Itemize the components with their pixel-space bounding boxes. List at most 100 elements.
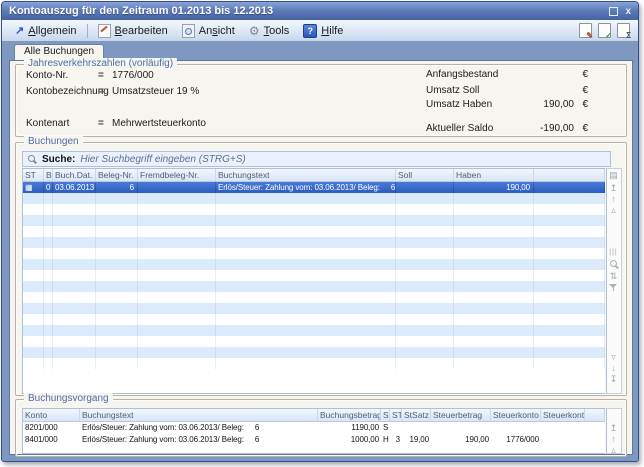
cell: 1190,00	[318, 422, 381, 434]
cell	[534, 237, 605, 248]
columns-icon[interactable]: |||	[607, 248, 620, 258]
group-label: Buchungen	[24, 136, 83, 147]
summary-row: Konto-Nr.=1776/000	[26, 70, 406, 81]
cell	[534, 259, 605, 270]
cell	[53, 259, 96, 270]
cell	[454, 325, 534, 336]
booking-text: Erlös/Steuer: Zahlung vom: 03.06.2013/ B…	[82, 435, 244, 444]
summary-row: Umsatz Soll€	[426, 85, 626, 96]
cell	[138, 336, 216, 347]
cell	[396, 336, 454, 347]
cell	[396, 259, 454, 270]
cell	[138, 270, 216, 281]
filter-icon[interactable]	[607, 283, 620, 291]
content-panel: Jahresverkehrszahlen (vorläufig) Konto-N…	[9, 60, 633, 455]
cell	[396, 292, 454, 303]
cell	[454, 336, 534, 347]
cell	[53, 204, 96, 215]
up-icon[interactable]: ↑	[607, 194, 620, 204]
notes-icon[interactable]: ✎	[579, 23, 592, 38]
table-row[interactable]: 8201/000Erlös/Steuer: Zahlung vom: 03.06…	[23, 422, 605, 434]
transaction-table-rows: 8201/000Erlös/Steuer: Zahlung vom: 03.06…	[23, 422, 605, 446]
menu-item-bearbeiten[interactable]: Bearbeiten	[91, 20, 175, 41]
scroll-top-icon[interactable]: ↥	[607, 183, 620, 193]
cell	[216, 292, 396, 303]
cell	[53, 226, 96, 237]
sort-icon[interactable]: ⇅	[607, 271, 620, 281]
cell: 1776/000	[491, 434, 541, 446]
scroll-top-icon[interactable]: ↥	[607, 423, 620, 433]
cell	[216, 226, 396, 237]
prev-icon[interactable]: ▵	[607, 445, 620, 455]
cell	[44, 215, 53, 226]
down-icon[interactable]: ↓	[607, 363, 620, 373]
screen: Kontoauszug für den Zeitraum 01.2013 bis…	[0, 0, 644, 467]
column-header: Buchungsbetrag	[318, 409, 381, 421]
cell	[53, 270, 96, 281]
table-row[interactable]: 8401/000Erlös/Steuer: Zahlung vom: 03.06…	[23, 434, 605, 446]
cell: 3	[390, 434, 402, 446]
booking-text-beleg: 6	[255, 423, 259, 432]
scroll-bottom-icon[interactable]: ↧	[607, 374, 620, 384]
cell	[216, 204, 396, 215]
cell: H	[381, 434, 390, 446]
cell	[454, 237, 534, 248]
booking-text: Erlös/Steuer: Zahlung vom: 03.06.2013/ B…	[82, 423, 244, 432]
cell	[96, 314, 138, 325]
cell	[585, 434, 605, 446]
up-icon[interactable]: ↑	[607, 434, 620, 444]
cell	[534, 226, 605, 237]
table-row-empty	[23, 237, 605, 248]
cell	[454, 281, 534, 292]
cell	[44, 347, 53, 358]
summary-value: Umsatzsteuer 19 %	[112, 86, 199, 97]
cell	[138, 303, 216, 314]
cell	[541, 422, 585, 434]
column-header: Beleg-Nr.	[96, 169, 138, 181]
badge-glyph: ✓	[605, 32, 612, 40]
titlebar[interactable]: Kontoauszug für den Zeitraum 01.2013 bis…	[2, 2, 638, 20]
group-buchungen: Buchungen Suche: Hier Suchbegriff eingeb…	[15, 142, 627, 396]
cell	[44, 325, 53, 336]
cell	[402, 422, 431, 434]
cell	[454, 270, 534, 281]
menu-item-allgemein[interactable]: ↗Allgemein	[8, 20, 84, 41]
cell	[23, 281, 44, 292]
menu-item-hilfe[interactable]: ?Hilfe	[296, 20, 350, 41]
bookings-side-toolbar: ▤ ↥↑▵ ||| ⇅ ▿↓↧	[606, 168, 622, 394]
booking-text-beleg: 6	[255, 435, 259, 444]
column-header: Steuerbetrag	[431, 409, 491, 421]
menu-separator	[87, 24, 88, 38]
search-bar[interactable]: Suche: Hier Suchbegriff eingeben (STRG+S…	[22, 151, 611, 167]
cell	[23, 347, 44, 358]
cell	[541, 434, 585, 446]
cell	[44, 281, 53, 292]
cell	[96, 303, 138, 314]
group-jahresverkehrszahlen: Jahresverkehrszahlen (vorläufig) Konto-N…	[15, 64, 627, 137]
copy-grid-icon[interactable]: ▤	[607, 170, 620, 180]
menu-item-tools[interactable]: ⚙Tools	[242, 20, 296, 41]
cell: 0	[44, 182, 53, 193]
summary-value: 1776/000	[112, 70, 154, 81]
check-icon[interactable]: ✓	[598, 23, 611, 38]
zoom-icon[interactable]	[607, 259, 620, 269]
cell: Erlös/Steuer: Zahlung vom: 03.06.2013/ B…	[80, 422, 318, 434]
cell	[454, 303, 534, 314]
table-row-empty	[23, 193, 605, 204]
summary-row: Aktueller Saldo-190,00€	[426, 123, 626, 134]
sum-icon[interactable]: Σ	[617, 23, 630, 38]
cell	[53, 303, 96, 314]
prev-icon[interactable]: ▵	[607, 205, 620, 215]
table-row-selected[interactable]: ▦003.06.20136Erlös/Steuer: Zahlung vom: …	[23, 182, 605, 193]
cell	[138, 281, 216, 292]
next-icon[interactable]: ▿	[607, 352, 620, 362]
app-window: Kontoauszug für den Zeitraum 01.2013 bis…	[1, 1, 639, 462]
restore-icon[interactable]	[609, 7, 618, 16]
cell	[23, 358, 44, 369]
close-icon[interactable]: x	[625, 7, 631, 16]
table-row-empty	[23, 347, 605, 358]
column-header: Steuerkonto 1	[491, 409, 541, 421]
cell	[454, 204, 534, 215]
cell	[96, 281, 138, 292]
menu-item-ansicht[interactable]: Ansicht	[175, 20, 242, 41]
